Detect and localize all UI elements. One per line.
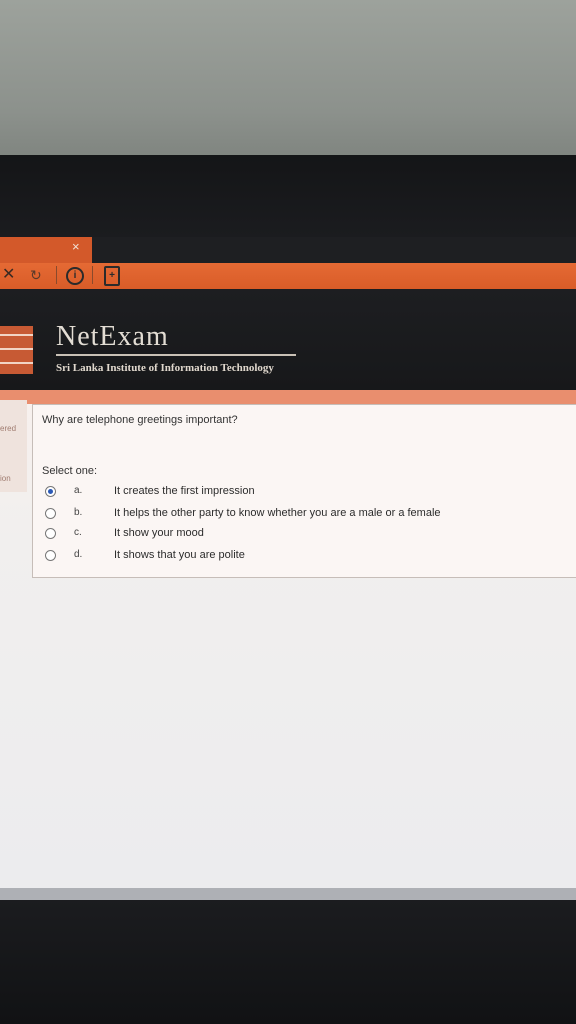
option-text[interactable]: It shows that you are polite (114, 549, 245, 561)
answer-option-a[interactable]: a. It creates the first impression (0, 484, 576, 502)
brand-name: NetExam (56, 321, 169, 352)
toolbar-separator (92, 266, 93, 284)
brand-divider (56, 354, 296, 356)
monitor-bezel-top (0, 155, 576, 237)
question-info-sidebar: ered ion (0, 400, 27, 492)
option-letter: d. (74, 549, 83, 560)
logo-stripe (0, 348, 33, 350)
radio-button-a[interactable] (45, 486, 56, 497)
answer-option-d[interactable]: d. It shows that you are polite (0, 549, 576, 567)
option-text[interactable]: It creates the first impression (114, 485, 255, 497)
toolbar-separator (56, 266, 57, 284)
option-text[interactable]: It show your mood (114, 527, 204, 539)
background-wall (0, 0, 576, 160)
content-top-strip (0, 390, 576, 404)
radio-button-b[interactable] (45, 508, 56, 519)
sidebar-question-text: ion (0, 474, 11, 483)
question-text: Why are telephone greetings important? (42, 414, 238, 426)
info-icon[interactable]: i (66, 267, 84, 285)
answer-option-c[interactable]: c. It show your mood (0, 527, 576, 545)
monitor-bezel-bottom (0, 900, 576, 1024)
option-letter: a. (74, 485, 83, 496)
stop-icon[interactable]: ✕ (2, 265, 15, 285)
reload-icon[interactable]: ↻ (30, 265, 42, 285)
option-letter: b. (74, 507, 83, 518)
option-letter: c. (74, 527, 82, 538)
tab-close-icon[interactable]: × (72, 239, 80, 254)
institute-name: Sri Lanka Institute of Information Techn… (56, 362, 274, 374)
answer-option-b[interactable]: b. It helps the other party to know whet… (0, 507, 576, 525)
logo-stripe (0, 334, 33, 336)
sliit-logo (0, 326, 33, 374)
select-one-label: Select one: (42, 465, 98, 477)
sidebar-status-text: ered (0, 424, 17, 433)
radio-button-d[interactable] (45, 550, 56, 561)
option-text[interactable]: It helps the other party to know whether… (114, 507, 441, 519)
logo-stripe (0, 362, 33, 364)
browser-toolbar (0, 263, 576, 289)
radio-button-c[interactable] (45, 528, 56, 539)
page-icon[interactable]: + (104, 266, 120, 286)
